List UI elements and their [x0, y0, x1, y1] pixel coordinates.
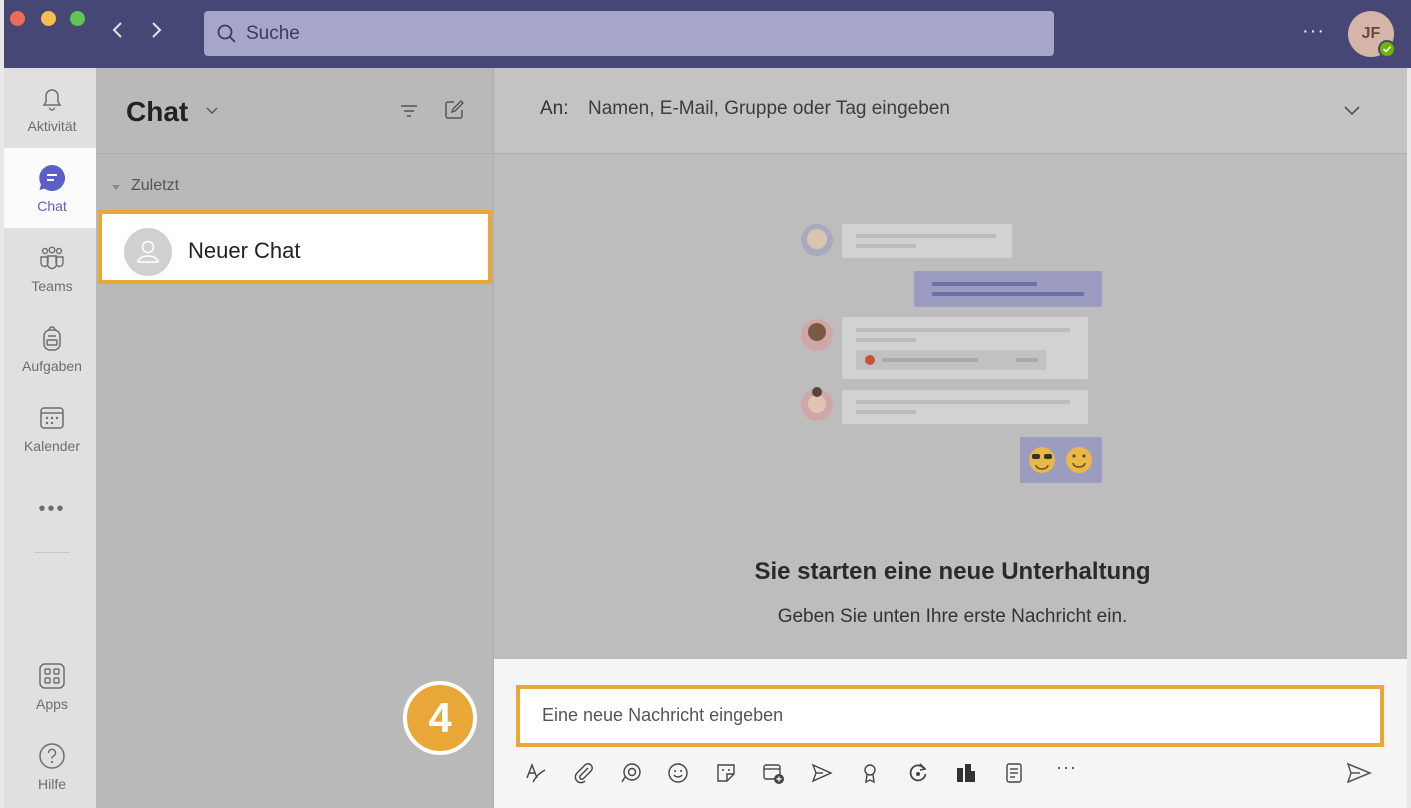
help-icon — [39, 743, 65, 769]
rail-item-label: Chat — [37, 198, 67, 214]
more-options-icon[interactable]: ··· — [1302, 20, 1325, 43]
conversation-illustration — [801, 224, 1102, 483]
chevron-down-icon[interactable] — [1342, 100, 1362, 120]
rail-item-label: Teams — [31, 278, 73, 294]
minimize-window-button[interactable] — [41, 11, 56, 26]
list-item[interactable]: Neuer Chat — [98, 210, 492, 284]
close-window-button[interactable] — [10, 11, 25, 26]
format-icon[interactable] — [524, 761, 548, 785]
rail-item-apps[interactable]: Apps — [4, 646, 100, 726]
rail-item-help[interactable]: Hilfe — [4, 726, 100, 806]
rail-item-calendar[interactable]: Kalender — [4, 388, 100, 468]
rail-item-activity[interactable]: Aktivität — [4, 68, 100, 148]
loop-icon[interactable] — [619, 761, 643, 785]
message-input[interactable]: Eine neue Nachricht eingeben — [516, 685, 1384, 747]
empty-state-title: Sie starten eine neue Unterhaltung — [754, 558, 1151, 585]
meet-now-icon[interactable] — [761, 761, 785, 785]
rail-item-teams[interactable]: Teams — [4, 228, 100, 308]
emoji-icon[interactable] — [666, 761, 690, 785]
rail-item-chat[interactable]: Chat — [4, 148, 100, 228]
maximize-window-button[interactable] — [70, 11, 85, 26]
new-chat-icon[interactable] — [443, 99, 465, 121]
compose-box: Eine neue Nachricht eingeben ··· — [494, 659, 1407, 808]
search-placeholder: Suche — [246, 23, 300, 44]
approvals-icon[interactable] — [954, 761, 978, 785]
bell-icon — [42, 89, 62, 111]
recipient-input[interactable]: Namen, E-Mail, Gruppe oder Tag eingeben — [588, 98, 950, 120]
avatar — [124, 228, 172, 276]
praise-icon[interactable] — [858, 761, 882, 785]
conversation-pane: An: Namen, E-Mail, Gruppe oder Tag einge… — [494, 68, 1411, 808]
message-placeholder: Eine neue Nachricht eingeben — [542, 705, 784, 725]
divider — [34, 552, 70, 553]
back-arrow-icon[interactable] — [108, 20, 128, 46]
rail-item-label: Hilfe — [37, 776, 66, 792]
person-icon — [137, 240, 159, 263]
presence-status-icon — [1378, 40, 1396, 58]
page-title[interactable]: Chat — [126, 96, 188, 128]
caret-down-icon[interactable] — [111, 182, 121, 192]
callout-badge: 4 — [403, 681, 477, 755]
schedule-send-icon[interactable] — [810, 761, 834, 785]
search-input[interactable]: Suche — [204, 11, 1054, 56]
title-bar: Suche ··· JF — [0, 0, 1411, 68]
calendar-icon — [40, 407, 64, 429]
filter-icon[interactable] — [398, 100, 420, 122]
chat-icon — [39, 164, 66, 191]
rail-item-tasks[interactable]: Aufgaben — [4, 308, 100, 388]
rail-item-label: Aufgaben — [22, 358, 82, 374]
more-icon[interactable]: ··· — [1056, 757, 1080, 781]
apps-icon — [39, 663, 65, 689]
sticker-icon[interactable] — [714, 761, 738, 785]
forms-icon[interactable] — [1002, 761, 1026, 785]
more-apps-icon[interactable]: ••• — [4, 498, 100, 521]
recipient-bar: An: Namen, E-Mail, Gruppe oder Tag einge… — [494, 68, 1407, 154]
to-label: An: — [540, 98, 569, 119]
app-rail: Aktivität Chat Teams Aufgaben Kalender •… — [0, 68, 100, 808]
section-label[interactable]: Zuletzt — [131, 177, 179, 195]
send-icon[interactable] — [1346, 761, 1372, 785]
attach-icon[interactable] — [572, 761, 596, 785]
rail-item-label: Kalender — [23, 438, 81, 454]
rail-item-label: Apps — [36, 696, 68, 712]
chat-list-header: Chat — [96, 68, 494, 154]
forward-arrow-icon[interactable] — [146, 20, 166, 46]
rail-item-label: Aktivität — [27, 118, 77, 134]
teams-icon — [40, 246, 64, 270]
empty-state-subtitle: Geben Sie unten Ihre erste Nachricht ein… — [777, 606, 1128, 627]
updates-icon[interactable] — [906, 761, 930, 785]
chevron-down-icon[interactable] — [204, 102, 220, 118]
search-icon — [217, 24, 236, 43]
list-item-label: Neuer Chat — [188, 238, 301, 263]
backpack-icon — [43, 326, 61, 351]
